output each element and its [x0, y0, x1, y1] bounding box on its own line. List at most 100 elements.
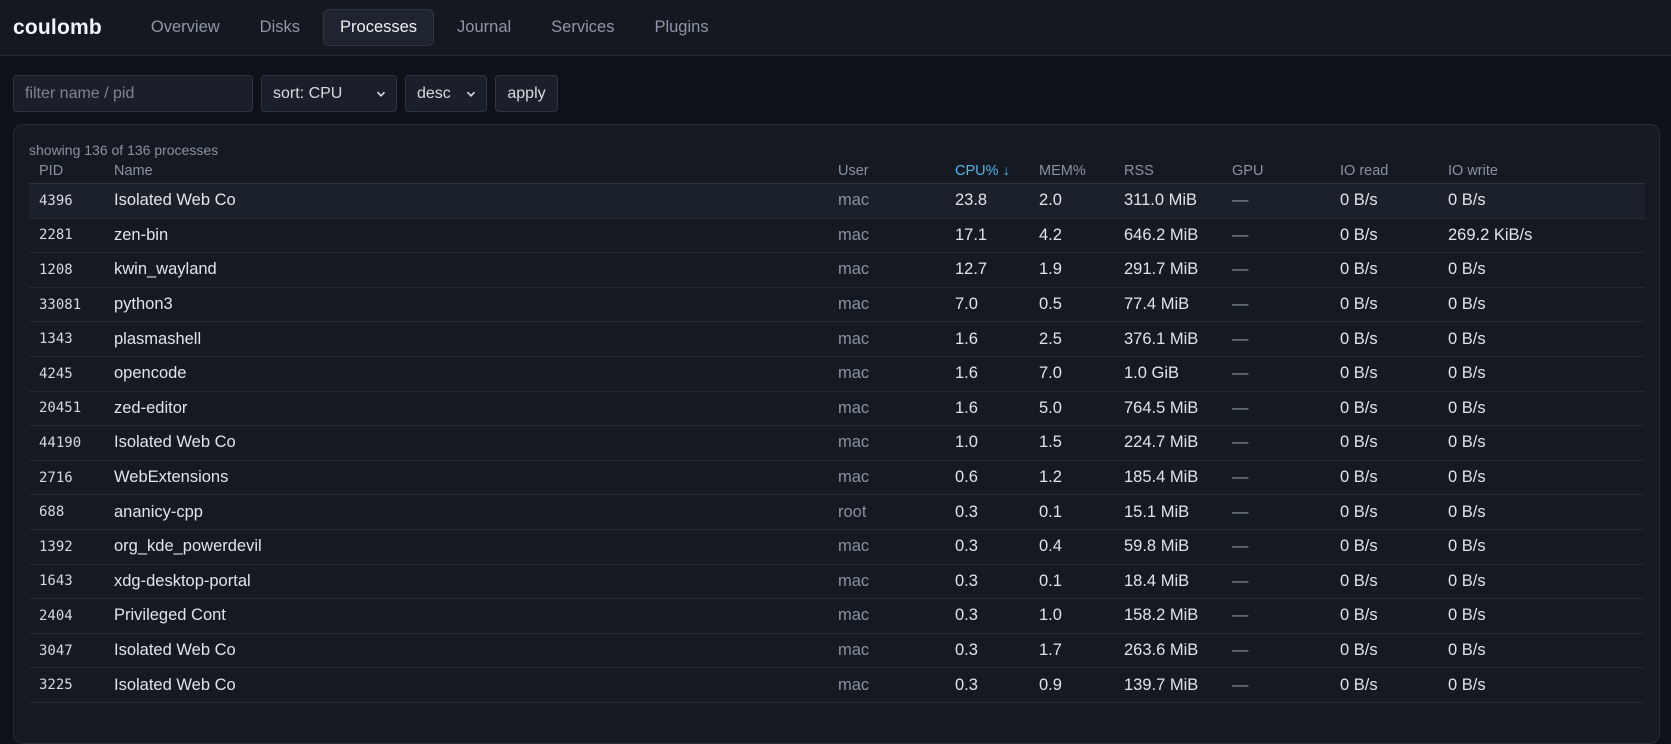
cpu-cell: 0.3 — [945, 633, 1029, 669]
io-write-cell: 0 B/s — [1438, 252, 1645, 288]
pid-cell: 1643 — [29, 564, 104, 600]
process-name-cell: plasmashell — [104, 321, 828, 357]
cpu-cell: 1.6 — [945, 356, 1029, 392]
process-name-cell: python3 — [104, 287, 828, 323]
process-name-cell: Isolated Web Co — [104, 183, 828, 219]
user-cell: mac — [828, 529, 945, 565]
io-write-cell: 0 B/s — [1438, 183, 1645, 219]
app-brand[interactable]: coulomb — [13, 16, 102, 40]
pid-cell: 2404 — [29, 598, 104, 634]
table-row[interactable]: 2281 zen-bin mac 17.1 4.2 646.2 MiB —0 B/s 269.… — [29, 218, 1645, 254]
pid-cell: 44190 — [29, 425, 104, 461]
table-row[interactable]: 33081 python3 mac 7.0 0.5 77.4 MiB —0 B/s 0 B/s — [29, 287, 1645, 323]
io-read-cell: 0 B/s — [1330, 252, 1438, 288]
table-row[interactable]: 1208 kwin_wayland mac 12.7 1.9 291.7 MiB —0 B/… — [29, 252, 1645, 288]
process-name-cell: kwin_wayland — [104, 252, 828, 288]
column-header-name[interactable]: Name — [104, 158, 828, 184]
column-header-io-write[interactable]: IO write — [1438, 158, 1645, 184]
mem-cell: 0.9 — [1029, 667, 1114, 703]
gpu-cell: — — [1222, 494, 1330, 530]
mem-cell: 2.0 — [1029, 183, 1114, 219]
apply-button[interactable]: apply — [495, 75, 558, 112]
sort-select[interactable]: sort: CPU — [261, 75, 397, 112]
pid-cell: 1392 — [29, 529, 104, 565]
tab-services[interactable]: Services — [534, 9, 631, 46]
table-row[interactable]: 688 ananicy-cpp root 0.3 0.1 15.1 MiB —0 B/s 0 … — [29, 494, 1645, 530]
mem-cell: 1.0 — [1029, 598, 1114, 634]
process-name-cell: WebExtensions — [104, 460, 828, 496]
cpu-cell: 0.6 — [945, 460, 1029, 496]
mem-cell: 0.5 — [1029, 287, 1114, 323]
io-write-cell: 0 B/s — [1438, 598, 1645, 634]
io-write-cell: 269.2 KiB/s — [1438, 218, 1645, 254]
tab-journal[interactable]: Journal — [440, 9, 528, 46]
mem-cell: 7.0 — [1029, 356, 1114, 392]
mem-cell: 4.2 — [1029, 218, 1114, 254]
pid-cell: 20451 — [29, 391, 104, 427]
tab-processes[interactable]: Processes — [323, 9, 435, 46]
cpu-cell: 1.6 — [945, 391, 1029, 427]
table-row[interactable]: 4245 opencode mac 1.6 7.0 1.0 GiB —0 B/s 0 B/s — [29, 356, 1645, 392]
user-cell: mac — [828, 391, 945, 427]
pid-cell: 2281 — [29, 218, 104, 254]
table-header-row: PID Name User CPU% ↓ MEM% RSS GPU IO rea… — [29, 158, 1645, 184]
user-cell: mac — [828, 218, 945, 254]
column-header-mem[interactable]: MEM% — [1029, 158, 1114, 184]
column-header-pid[interactable]: PID — [29, 158, 104, 184]
column-header-user[interactable]: User — [828, 158, 945, 184]
table-row[interactable]: 1643 xdg-desktop-portal mac 0.3 0.1 18.4 MiB —… — [29, 564, 1645, 600]
table-row[interactable]: 3225 Isolated Web Co mac 0.3 0.9 139.7 MiB —0 … — [29, 667, 1645, 703]
io-write-cell: 0 B/s — [1438, 460, 1645, 496]
table-row[interactable]: 4396 Isolated Web Co mac 23.8 2.0 311.0 MiB —0… — [29, 183, 1645, 219]
table-row[interactable]: 2716 WebExtensions mac 0.6 1.2 185.4 MiB —0 B/… — [29, 460, 1645, 496]
cpu-cell: 0.3 — [945, 667, 1029, 703]
cpu-cell: 7.0 — [945, 287, 1029, 323]
tab-plugins[interactable]: Plugins — [637, 9, 725, 46]
table-row[interactable]: 3047 Isolated Web Co mac 0.3 1.7 263.6 MiB —0 … — [29, 633, 1645, 669]
chevron-down-icon — [376, 91, 386, 97]
column-header-cpu[interactable]: CPU% ↓ — [945, 158, 1029, 184]
rss-cell: 139.7 MiB — [1114, 667, 1222, 703]
io-write-cell: 0 B/s — [1438, 356, 1645, 392]
pid-cell: 1343 — [29, 321, 104, 357]
filter-bar: sort: CPU desc apply — [0, 56, 1671, 112]
mem-cell: 1.2 — [1029, 460, 1114, 496]
gpu-cell: — — [1222, 633, 1330, 669]
process-name-cell: Isolated Web Co — [104, 667, 828, 703]
mem-cell: 2.5 — [1029, 321, 1114, 357]
io-read-cell: 0 B/s — [1330, 494, 1438, 530]
direction-select[interactable]: desc — [405, 75, 487, 112]
tab-overview[interactable]: Overview — [134, 9, 237, 46]
io-read-cell: 0 B/s — [1330, 391, 1438, 427]
mem-cell: 1.5 — [1029, 425, 1114, 461]
mem-cell: 5.0 — [1029, 391, 1114, 427]
user-cell: root — [828, 494, 945, 530]
rss-cell: 291.7 MiB — [1114, 252, 1222, 288]
table-row[interactable]: 2404 Privileged Cont mac 0.3 1.0 158.2 MiB —0 … — [29, 598, 1645, 634]
column-header-io-read[interactable]: IO read — [1330, 158, 1438, 184]
pid-cell: 4245 — [29, 356, 104, 392]
tab-disks[interactable]: Disks — [243, 9, 317, 46]
process-name-cell: Privileged Cont — [104, 598, 828, 634]
cpu-cell: 23.8 — [945, 183, 1029, 219]
rss-cell: 18.4 MiB — [1114, 564, 1222, 600]
rss-cell: 224.7 MiB — [1114, 425, 1222, 461]
io-read-cell: 0 B/s — [1330, 356, 1438, 392]
pid-cell: 2716 — [29, 460, 104, 496]
io-write-cell: 0 B/s — [1438, 667, 1645, 703]
column-header-rss[interactable]: RSS — [1114, 158, 1222, 184]
user-cell: mac — [828, 356, 945, 392]
table-row[interactable]: 20451 zed-editor mac 1.6 5.0 764.5 MiB —0 B/s 0… — [29, 391, 1645, 427]
table-row[interactable]: 44190 Isolated Web Co mac 1.0 1.5 224.7 MiB —0… — [29, 425, 1645, 461]
io-read-cell: 0 B/s — [1330, 667, 1438, 703]
mem-cell: 0.1 — [1029, 494, 1114, 530]
cpu-cell: 0.3 — [945, 529, 1029, 565]
filter-input[interactable] — [13, 75, 253, 112]
table-row[interactable]: 1392 org_kde_powerdevil mac 0.3 0.4 59.8 MiB —… — [29, 529, 1645, 565]
io-write-cell: 0 B/s — [1438, 494, 1645, 530]
process-name-cell: Isolated Web Co — [104, 633, 828, 669]
table-row[interactable]: 1343 plasmashell mac 1.6 2.5 376.1 MiB —0 B/s 0… — [29, 321, 1645, 357]
column-header-gpu[interactable]: GPU — [1222, 158, 1330, 184]
process-name-cell: org_kde_powerdevil — [104, 529, 828, 565]
pid-cell: 3225 — [29, 667, 104, 703]
